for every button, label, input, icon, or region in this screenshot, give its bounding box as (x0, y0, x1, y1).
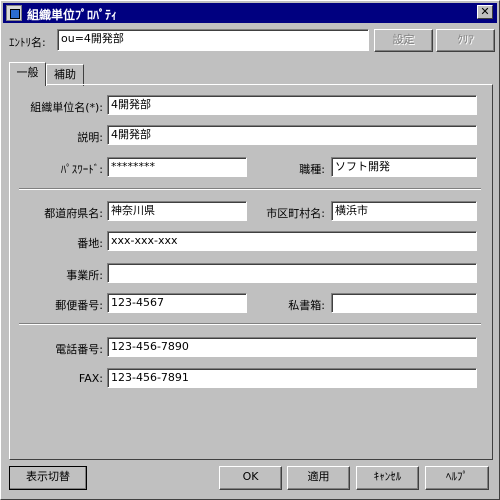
toggle-view-button[interactable]: 表示切替 (9, 466, 87, 490)
cancel-button[interactable]: ｷｬﾝｾﾙ (356, 466, 419, 490)
prefecture-label: 都道府県名: (44, 207, 103, 220)
close-icon[interactable]: ✕ (477, 5, 493, 19)
postal-code-field[interactable]: 123-4567 (107, 293, 247, 313)
window-title: 組織単位ﾌﾟﾛﾊﾟﾃｨ (27, 8, 118, 22)
fax-field[interactable]: 123-456-7891 (107, 368, 477, 388)
password-label: ﾊﾟｽﾜｰﾄﾞ: (60, 163, 103, 176)
set-button[interactable]: 設定 (374, 29, 433, 52)
prefecture-field[interactable]: 神奈川県 (107, 201, 247, 221)
app-icon (6, 5, 22, 21)
po-box-label: 私書箱: (288, 299, 325, 312)
address-label: 番地: (77, 237, 103, 250)
fax-label: FAX: (78, 372, 103, 385)
section-divider (19, 188, 481, 190)
description-label: 説明: (77, 131, 103, 144)
postal-code-label: 郵便番号: (55, 299, 103, 312)
city-field[interactable]: 横浜市 (331, 201, 477, 221)
help-button[interactable]: ﾍﾙﾌﾟ (425, 466, 489, 490)
po-box-field[interactable] (331, 293, 477, 313)
job-type-label: 職種: (299, 163, 325, 176)
section-divider (19, 323, 481, 325)
clear-button[interactable]: ｸﾘｱ (436, 29, 495, 52)
org-unit-name-label: 組織単位名(*): (30, 101, 103, 114)
city-label: 市区町村名: (266, 207, 325, 220)
tab-auxiliary[interactable]: 補助 (46, 64, 84, 86)
properties-window: 組織単位ﾌﾟﾛﾊﾟﾃｨ ✕ ｴﾝﾄﾘ名: ou=4開発部 設定 ｸﾘｱ 一般 補… (0, 0, 500, 500)
entry-name-label: ｴﾝﾄﾘ名: (9, 36, 46, 49)
entry-name-field[interactable]: ou=4開発部 (57, 29, 369, 51)
ok-button[interactable]: OK (219, 466, 282, 490)
office-label: 事業所: (66, 269, 103, 282)
title-bar[interactable]: 組織単位ﾌﾟﾛﾊﾟﾃｨ ✕ (3, 3, 497, 23)
phone-label: 電話番号: (55, 343, 103, 356)
tab-general[interactable]: 一般 (9, 62, 46, 86)
org-unit-name-field[interactable]: 4開発部 (107, 95, 477, 115)
office-field[interactable] (107, 263, 477, 283)
description-field[interactable]: 4開発部 (107, 125, 477, 145)
password-field[interactable]: ******** (107, 157, 247, 177)
apply-button[interactable]: 適用 (287, 466, 350, 490)
job-type-field[interactable]: ソフト開発 (331, 157, 477, 177)
phone-field[interactable]: 123-456-7890 (107, 337, 477, 357)
address-field[interactable]: xxx-xxx-xxx (107, 231, 477, 251)
